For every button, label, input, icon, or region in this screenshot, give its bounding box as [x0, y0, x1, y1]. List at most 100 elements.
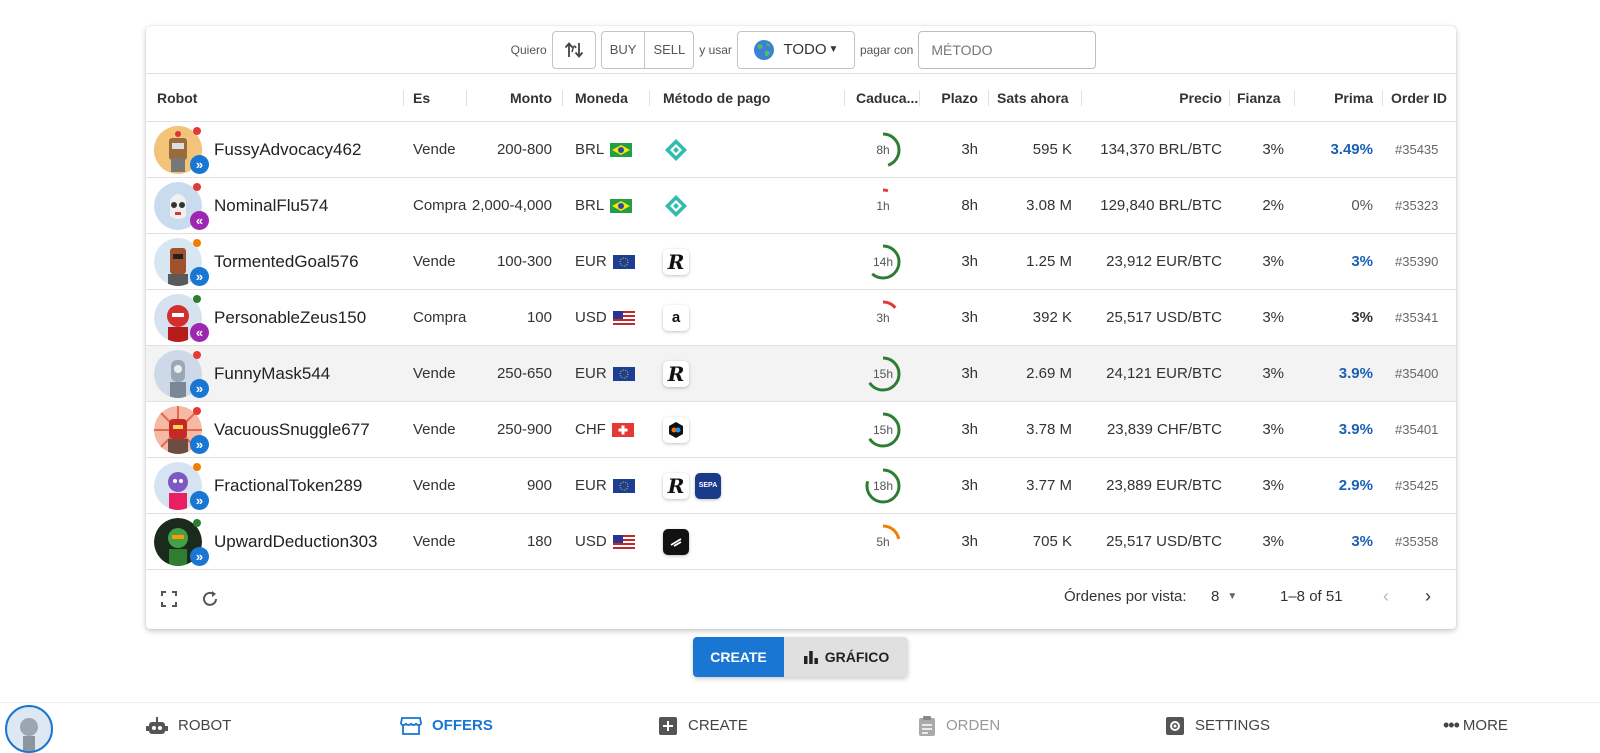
user-avatar[interactable]: [5, 705, 53, 753]
expiry-label: 3h: [876, 310, 890, 325]
brazil-flag-icon: [610, 142, 633, 157]
currency-select[interactable]: TODO ▼: [736, 30, 855, 69]
sats-now: 705 K: [1032, 533, 1072, 550]
prev-page-icon[interactable]: ‹: [1383, 586, 1389, 607]
order-type: Vende: [413, 477, 456, 494]
create-button[interactable]: CREATE: [693, 637, 784, 677]
currency-code: BRL: [575, 141, 605, 158]
expiry-label: 18h: [872, 478, 894, 493]
nav-orden[interactable]: ORDEN: [918, 703, 1000, 748]
currency: EUR: [575, 458, 635, 513]
order-type: Vende: [413, 421, 456, 438]
payment-methods: [663, 402, 689, 457]
filter-bar: Quiero BUY SELL y usar TODO ▼ pagar con …: [146, 26, 1456, 74]
price: 23,912 EUR/BTC: [1106, 253, 1222, 270]
col-fianza[interactable]: Fianza: [1237, 74, 1281, 122]
next-page-icon[interactable]: ›: [1425, 586, 1431, 607]
revolut-icon: R: [663, 360, 689, 387]
col-monto[interactable]: Monto: [476, 74, 552, 122]
table-row[interactable]: » FussyAdvocacy462 Vende 200-800 BRL 8h …: [146, 122, 1456, 178]
payment-method-input[interactable]: MÉTODO: [918, 30, 1097, 69]
robot-name: UpwardDeduction303: [214, 531, 378, 551]
status-dot: [193, 127, 201, 135]
expiry-label: 14h: [872, 254, 894, 269]
storefront-icon: [400, 716, 422, 735]
revolut-icon: R: [663, 472, 689, 499]
table-row[interactable]: « PersonableZeus150 Compra 100 USD a 3h …: [146, 290, 1456, 346]
robot-name: VacuousSnuggle677: [214, 419, 370, 439]
table-row[interactable]: » FunnyMask544 Vende 250-650 EUR R 15h 3…: [146, 346, 1456, 402]
nav-robot[interactable]: ROBOT: [146, 703, 231, 748]
fullscreen-icon[interactable]: [160, 590, 178, 612]
col-metodo-pago[interactable]: Método de pago: [663, 74, 770, 122]
us-flag-icon: [612, 310, 635, 325]
col-sats-ahora[interactable]: Sats ahora: [997, 74, 1069, 122]
robot-name: FunnyMask544: [214, 363, 331, 383]
revolut-icon: R: [663, 248, 689, 275]
nav-settings[interactable]: SETTINGS: [1165, 703, 1270, 748]
expiry-label: 15h: [872, 366, 894, 381]
sell-direction-icon: »: [190, 547, 209, 566]
expiry-label: 15h: [872, 422, 894, 437]
nav-orden-label: ORDEN: [946, 717, 1001, 734]
bond: 3%: [1262, 533, 1284, 550]
y-usar-label: y usar: [699, 42, 732, 57]
sats-now: 392 K: [1032, 309, 1072, 326]
currency: EUR: [575, 346, 635, 401]
table-row[interactable]: » FractionalToken289 Vende 900 EUR R SEP…: [146, 458, 1456, 514]
refresh-icon[interactable]: [200, 589, 220, 613]
col-es[interactable]: Es: [413, 74, 430, 122]
eu-flag-icon: [612, 254, 635, 269]
currency-code: USD: [575, 309, 607, 326]
order-type: Vende: [413, 141, 456, 158]
currency-code: BRL: [575, 197, 605, 214]
swap-direction-button[interactable]: [551, 30, 596, 69]
plazo: 3h: [961, 141, 978, 158]
rows-per-page-select[interactable]: 8 ▼: [1211, 588, 1237, 605]
pix-icon: [665, 194, 687, 217]
strike-icon: [663, 528, 689, 555]
price: 25,517 USD/BTC: [1106, 533, 1222, 550]
payment-method-placeholder: MÉTODO: [931, 41, 993, 58]
table-row[interactable]: « NominalFlu574 Compra 2,000-4,000 BRL 1…: [146, 178, 1456, 234]
brazil-flag-icon: [610, 198, 633, 213]
premium: 0%: [1351, 197, 1373, 214]
currency: BRL: [575, 122, 633, 177]
currency-select-value: TODO: [783, 41, 827, 58]
col-robot[interactable]: Robot: [157, 74, 197, 122]
expiry-ring: 15h: [864, 346, 902, 401]
plazo: 3h: [961, 309, 978, 326]
nav-create[interactable]: CREATE: [658, 703, 748, 748]
buy-button[interactable]: BUY: [602, 32, 645, 68]
table-row[interactable]: » VacuousSnuggle677 Vende 250-900 CHF 15…: [146, 402, 1456, 458]
settings-icon: [1166, 716, 1184, 735]
col-precio[interactable]: Precio: [1146, 74, 1222, 122]
plazo: 3h: [961, 365, 978, 382]
currency-code: EUR: [575, 477, 607, 494]
col-caduca[interactable]: Caduca...: [856, 74, 918, 122]
globe-icon: [754, 39, 775, 60]
sell-button[interactable]: SELL: [644, 31, 693, 68]
nav-offers[interactable]: OFFERS: [400, 703, 493, 748]
pagination-range: 1–8 of 51: [1280, 588, 1343, 605]
table-row[interactable]: » UpwardDeduction303 Vende 180 USD 5h 3h…: [146, 514, 1456, 570]
status-dot: [193, 407, 201, 415]
nav-more[interactable]: ••• MORE: [1443, 703, 1508, 748]
table-row[interactable]: » TormentedGoal576 Vende 100-300 EUR R 1…: [146, 234, 1456, 290]
chart-button[interactable]: GRÁFICO: [784, 637, 908, 677]
col-order-id[interactable]: Order ID: [1391, 74, 1447, 122]
premium: 3.9%: [1338, 365, 1373, 382]
order-type: Vende: [413, 365, 456, 382]
nav-more-label: MORE: [1462, 717, 1508, 734]
amount: 2,000-4,000: [471, 197, 552, 214]
col-plazo[interactable]: Plazo: [936, 74, 978, 122]
sats-now: 3.78 M: [1026, 421, 1072, 438]
buy-direction-icon: «: [190, 211, 209, 230]
col-moneda[interactable]: Moneda: [575, 74, 628, 122]
col-prima[interactable]: Prima: [1316, 74, 1373, 122]
amount: 250-900: [496, 421, 552, 438]
order-type: Vende: [413, 533, 456, 550]
plazo: 8h: [961, 197, 978, 214]
robot-name: FussyAdvocacy462: [214, 139, 362, 159]
expiry-label: 1h: [876, 198, 890, 213]
